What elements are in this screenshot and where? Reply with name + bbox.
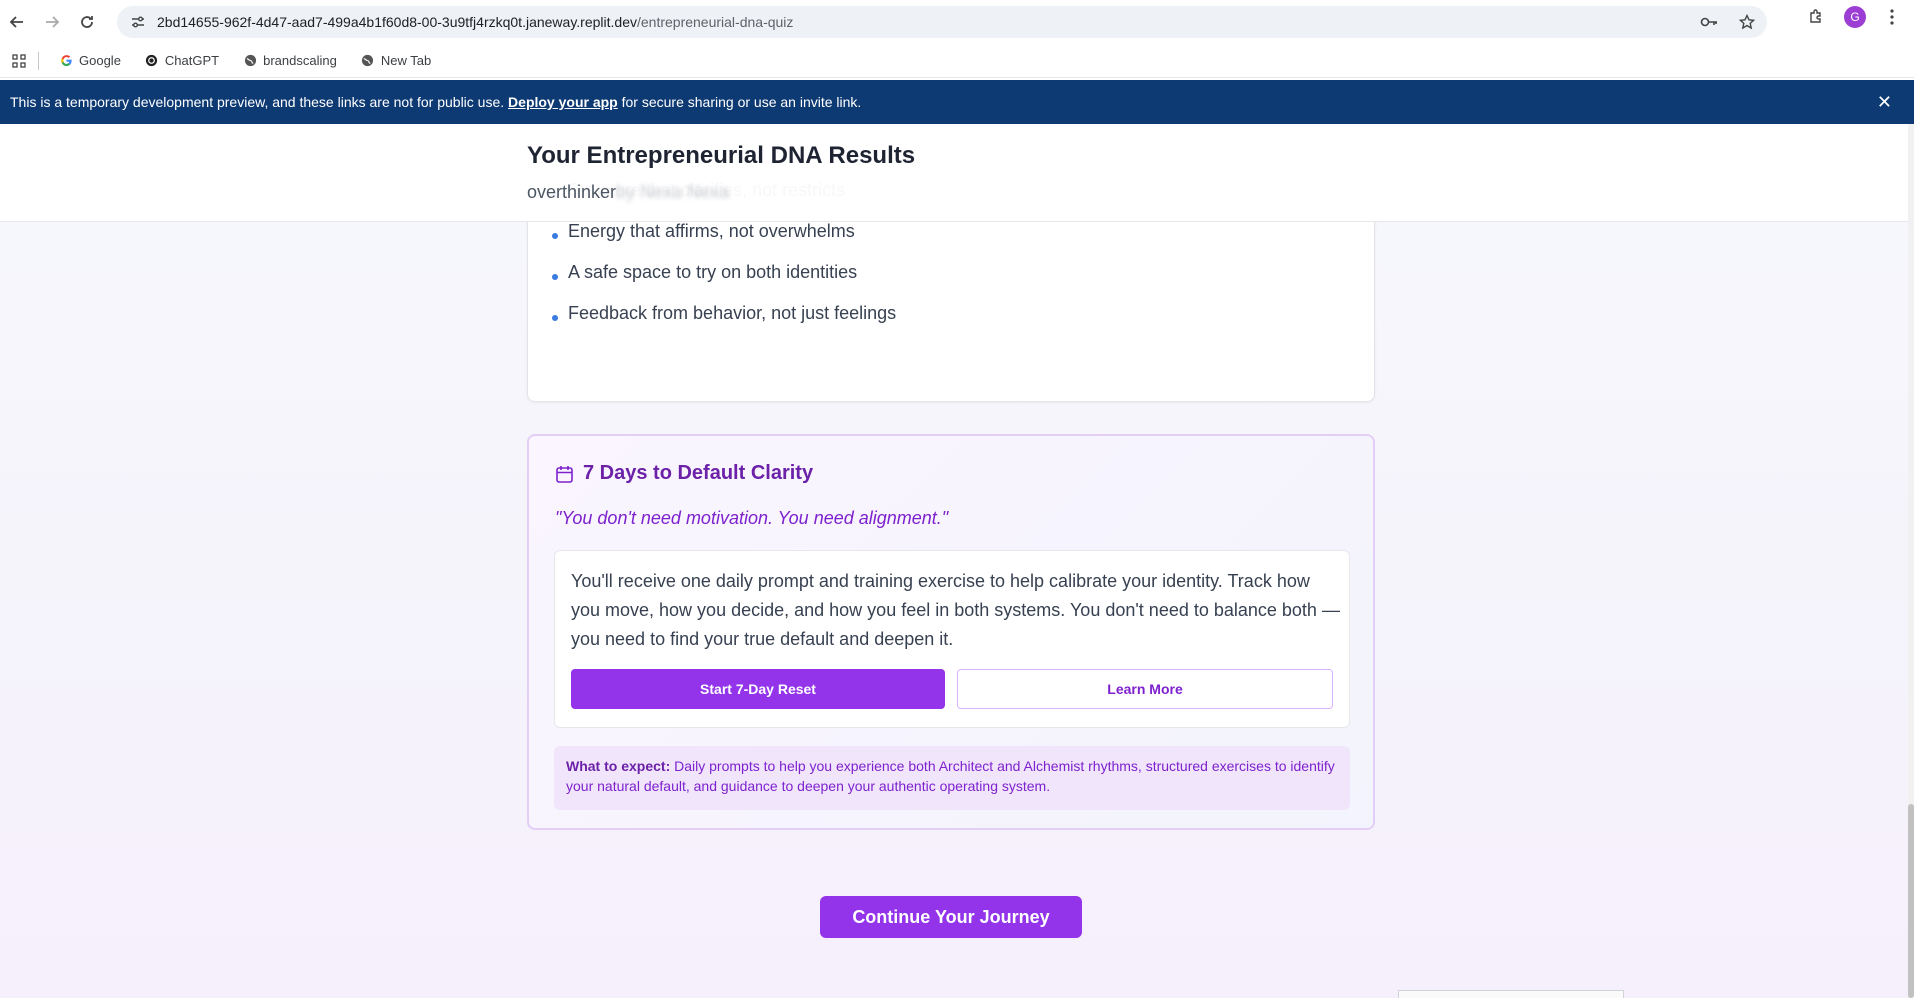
page-scrollbar[interactable] bbox=[1908, 124, 1914, 998]
page-title: Your Entrepreneurial DNA Results bbox=[527, 142, 916, 169]
forward-icon[interactable] bbox=[39, 9, 65, 35]
bookmark-new-tab[interactable]: New Tab bbox=[353, 49, 439, 72]
bookmark-chatgpt[interactable]: ChatGPT bbox=[137, 49, 227, 72]
page-content: Structure that clarifies, not restrictsE… bbox=[0, 124, 1914, 998]
result-subtitle: overthinkerby Nexa Nexa bbox=[527, 182, 730, 202]
banner-text: This is a temporary development preview,… bbox=[10, 94, 862, 110]
calendar-icon bbox=[555, 465, 573, 483]
bookmark-label: Google bbox=[79, 53, 121, 68]
list-item-text: A safe space to try on both identities bbox=[568, 262, 858, 282]
bullet-dot bbox=[552, 315, 558, 321]
dev-preview-banner: This is a temporary development preview,… bbox=[0, 80, 1914, 124]
bookmark-label: New Tab bbox=[380, 53, 432, 68]
deploy-app-link[interactable]: Deploy your app bbox=[508, 94, 618, 110]
clarity-description-box: You'll receive one daily prompt and trai… bbox=[554, 550, 1350, 728]
start-reset-button[interactable]: Start 7-Day Reset bbox=[571, 669, 945, 709]
google-icon bbox=[59, 54, 73, 68]
continue-journey-button[interactable]: Continue Your Journey bbox=[820, 896, 1082, 938]
reload-icon[interactable] bbox=[74, 9, 100, 35]
bullet-dot bbox=[552, 233, 558, 239]
url-path: /entrepreneurial-dna-quiz bbox=[636, 14, 794, 30]
bookmark-google[interactable]: Google bbox=[51, 49, 129, 72]
expect-text: Daily prompts to help you experience bot… bbox=[566, 758, 1335, 794]
browser-toolbar: 2bd14655-962f-4d47-aad7-499a4b1f60d8-00-… bbox=[0, 0, 1914, 44]
clarity-card: 7 Days to Default Clarity "You don't nee… bbox=[527, 434, 1375, 830]
bookmarks-bar: Google ChatGPT brandscaling New Tab bbox=[0, 44, 1914, 78]
close-icon[interactable]: ✕ bbox=[1877, 92, 1892, 113]
what-to-expect-note: What to expect: Daily prompts to help yo… bbox=[554, 746, 1350, 810]
apps-grid-icon[interactable] bbox=[12, 53, 26, 68]
bookmark-label: brandscaling bbox=[263, 53, 337, 68]
clarity-title: 7 Days to Default Clarity bbox=[583, 462, 814, 484]
more-menu-icon[interactable] bbox=[1884, 7, 1900, 27]
back-icon[interactable] bbox=[4, 9, 30, 35]
list-item-text: Feedback from behavior, not just feeling… bbox=[568, 303, 897, 323]
clarity-description: You'll receive one daily prompt and trai… bbox=[571, 571, 1340, 649]
bookmark-label: ChatGPT bbox=[164, 53, 220, 68]
site-settings-icon[interactable] bbox=[129, 13, 147, 31]
bookmark-brandscaling[interactable]: brandscaling bbox=[235, 49, 345, 72]
bullet-dot bbox=[552, 274, 558, 280]
list-item-text: Energy that affirms, not overwhelms bbox=[568, 221, 855, 241]
scrollbar-thumb[interactable] bbox=[1908, 804, 1914, 998]
globe-icon bbox=[361, 54, 375, 68]
address-bar[interactable]: 2bd14655-962f-4d47-aad7-499a4b1f60d8-00-… bbox=[117, 6, 1767, 38]
globe-icon bbox=[243, 54, 257, 68]
list-item: A safe space to try on both identities bbox=[552, 262, 896, 303]
list-item: Feedback from behavior, not just feeling… bbox=[552, 303, 896, 344]
list-item: Energy that affirms, not overwhelms bbox=[552, 221, 896, 262]
blurred-subtitle: by Nexa Nexa bbox=[616, 182, 730, 202]
password-key-icon[interactable] bbox=[1699, 12, 1719, 32]
clarity-quote: "You don't need motivation. You need ali… bbox=[555, 508, 949, 528]
bookmark-star-icon[interactable] bbox=[1737, 12, 1757, 32]
profile-avatar[interactable]: G bbox=[1844, 6, 1866, 28]
extensions-icon[interactable] bbox=[1806, 7, 1826, 27]
url-host: 2bd14655-962f-4d47-aad7-499a4b1f60d8-00-… bbox=[157, 14, 637, 30]
expect-label: What to expect: bbox=[566, 758, 671, 774]
results-header: Your Entrepreneurial DNA Results overthi… bbox=[0, 124, 1908, 222]
preview-thumbnail bbox=[1398, 990, 1624, 998]
chatgpt-icon bbox=[145, 54, 159, 68]
clarity-heading: 7 Days to Default Clarity bbox=[555, 462, 813, 485]
learn-more-button[interactable]: Learn More bbox=[957, 669, 1333, 709]
